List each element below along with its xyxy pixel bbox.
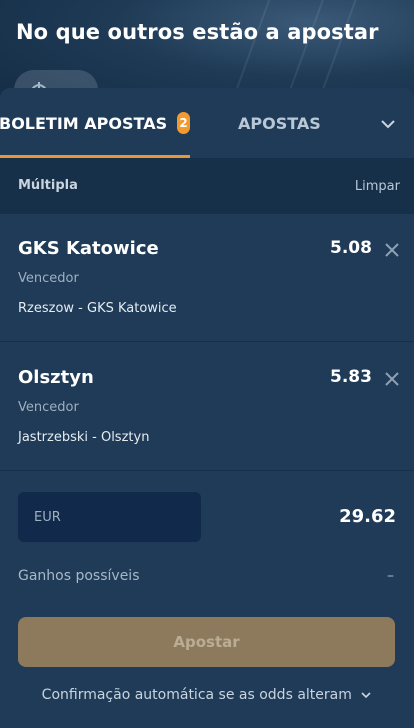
remove-selection-close-icon[interactable] [384, 371, 400, 387]
auto-confirm-toggle[interactable]: Confirmação automática se as odds altera… [0, 687, 414, 703]
selection-market: Vencedor [18, 400, 79, 415]
stake-input[interactable] [18, 492, 201, 542]
selection-team: Olsztyn [18, 367, 94, 388]
selection-match: Rzeszow - GKS Katowice [18, 301, 177, 316]
betslip-tabs: BOLETIM APOSTAS 2 APOSTAS [0, 88, 414, 158]
betslip-panel: BOLETIM APOSTAS 2 APOSTAS Múltipla Limpa… [0, 88, 414, 728]
selection-item: Olsztyn 5.83 Vencedor Jastrzebski - Olsz… [0, 343, 414, 471]
bet-type-bar: Múltipla Limpar [0, 158, 414, 214]
clear-button[interactable]: Limpar [355, 179, 400, 194]
remove-selection-close-icon[interactable] [384, 242, 400, 258]
selection-odds: 5.08 [330, 238, 372, 258]
selection-market: Vencedor [18, 271, 79, 286]
selection-match: Jastrzebski - Olsztyn [18, 430, 150, 445]
total-odds: 29.62 [339, 506, 396, 527]
chevron-down-icon [360, 689, 372, 701]
selection-item: GKS Katowice 5.08 Vencedor Rzeszow - GKS… [0, 214, 414, 342]
betslip-count-badge: 2 [177, 112, 190, 134]
selection-team: GKS Katowice [18, 238, 159, 259]
tab-betslip-label: BOLETIM APOSTAS [0, 113, 168, 133]
tab-betslip[interactable]: BOLETIM APOSTAS 2 [0, 88, 190, 158]
collapse-chevron-icon[interactable] [378, 114, 398, 134]
section-title: No que outros estão a apostar [16, 20, 379, 44]
tab-my-bets[interactable]: APOSTAS [238, 88, 321, 158]
place-bet-button[interactable]: Apostar [18, 617, 395, 667]
selection-odds: 5.83 [330, 367, 372, 387]
possible-winnings-label: Ganhos possíveis [18, 568, 140, 584]
auto-confirm-label: Confirmação automática se as odds altera… [41, 687, 352, 703]
bet-type-label: Múltipla [18, 178, 78, 193]
possible-winnings-value: – [387, 568, 394, 584]
